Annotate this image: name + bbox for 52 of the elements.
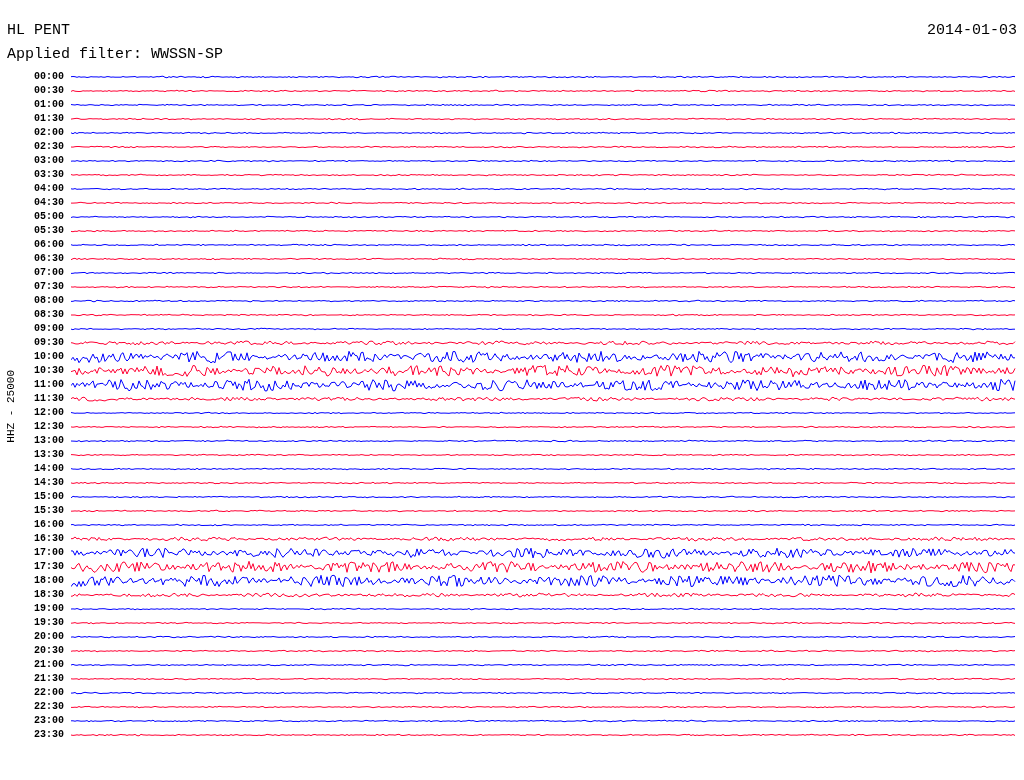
- time-label: 13:30: [33, 450, 64, 460]
- time-label: 02:30: [33, 142, 64, 152]
- time-label: 02:00: [33, 128, 64, 138]
- time-label: 22:00: [33, 688, 64, 698]
- time-label: 12:30: [33, 422, 64, 432]
- time-label: 23:30: [33, 730, 64, 740]
- time-label: 06:00: [33, 240, 64, 250]
- time-label: 01:00: [33, 100, 64, 110]
- time-label: 04:00: [33, 184, 64, 194]
- time-label: 04:30: [33, 198, 64, 208]
- time-label: 09:00: [33, 324, 64, 334]
- time-label: 07:00: [33, 268, 64, 278]
- time-label: 10:00: [33, 352, 64, 362]
- time-label: 03:30: [33, 170, 64, 180]
- time-label: 15:00: [33, 492, 64, 502]
- date-label: 2014-01-03: [927, 21, 1017, 41]
- time-label: 22:30: [33, 702, 64, 712]
- station-title: HL PENT: [7, 21, 70, 41]
- time-label: 00:30: [33, 86, 64, 96]
- time-label: 19:00: [33, 604, 64, 614]
- time-label: 10:30: [33, 366, 64, 376]
- time-label: 15:30: [33, 506, 64, 516]
- time-label: 05:00: [33, 212, 64, 222]
- time-label: 21:00: [33, 660, 64, 670]
- filter-label: Applied filter: WWSSN-SP: [7, 46, 224, 63]
- time-label: 03:00: [33, 156, 64, 166]
- time-label: 20:00: [33, 632, 64, 642]
- time-label: 18:00: [33, 576, 64, 586]
- time-label: 18:30: [33, 590, 64, 600]
- time-label: 17:00: [33, 548, 64, 558]
- time-label: 13:00: [33, 436, 64, 446]
- time-label: 12:00: [33, 408, 64, 418]
- axis-label: HHZ - 25000: [3, 369, 18, 443]
- time-label: 21:30: [33, 674, 64, 684]
- time-label: 00:00: [33, 72, 64, 82]
- time-label: 06:30: [33, 254, 64, 264]
- time-label: 09:30: [33, 338, 64, 348]
- time-label: 20:30: [33, 646, 64, 656]
- time-label: 23:00: [33, 716, 64, 726]
- time-label: 16:00: [33, 520, 64, 530]
- time-label: 17:30: [33, 562, 64, 572]
- time-label: 08:30: [33, 310, 64, 320]
- time-label: 08:00: [33, 296, 64, 306]
- time-label: 19:30: [33, 618, 64, 628]
- time-label: 14:00: [33, 464, 64, 474]
- time-label: 14:30: [33, 478, 64, 488]
- time-label: 16:30: [33, 534, 64, 544]
- time-label: 11:30: [33, 394, 64, 404]
- time-label: 01:30: [33, 114, 64, 124]
- time-label: 05:30: [33, 226, 64, 236]
- time-label: 11:00: [33, 380, 64, 390]
- time-label: 07:30: [33, 282, 64, 292]
